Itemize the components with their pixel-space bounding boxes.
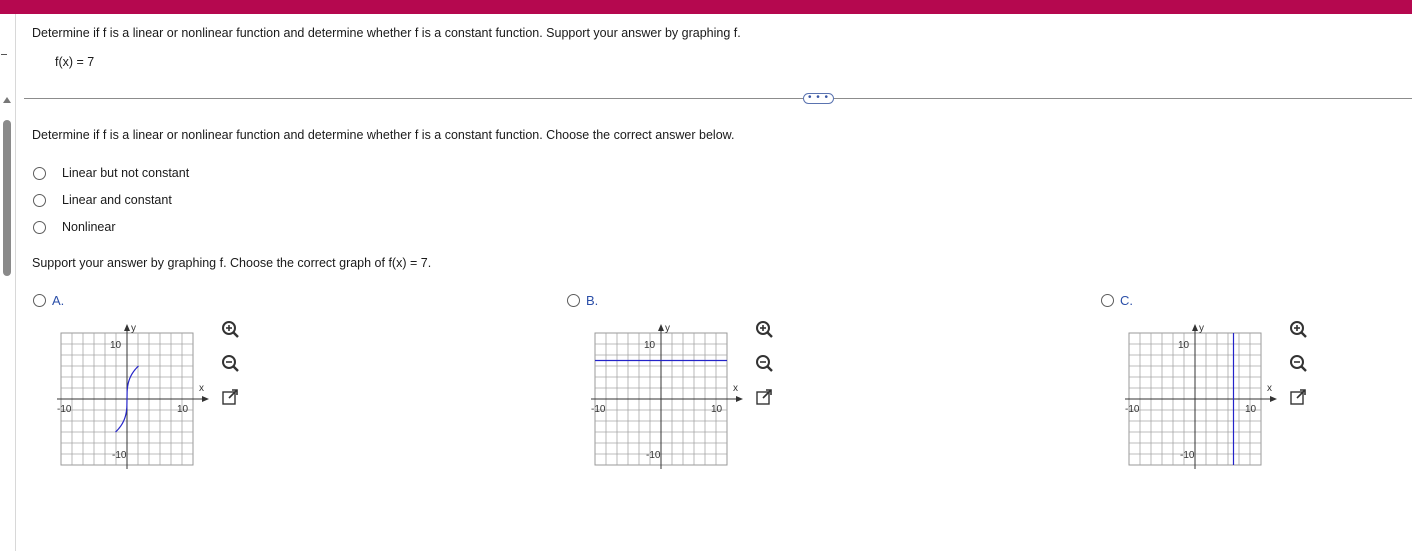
zoom-in-icon[interactable] xyxy=(753,318,775,340)
open-external-icon[interactable] xyxy=(219,386,241,408)
option-linear-not-constant[interactable]: Linear but not constant xyxy=(33,166,189,180)
rail-dash xyxy=(1,54,7,55)
graph-a-tools xyxy=(219,318,241,420)
scroll-up-arrow-icon[interactable] xyxy=(3,97,11,103)
y-tick-min: -10 xyxy=(1180,450,1195,461)
graph-c: x y -10 10 10 -10 xyxy=(1125,323,1277,469)
x-tick-max: 10 xyxy=(711,404,723,415)
open-external-icon[interactable] xyxy=(753,386,775,408)
graph-option-c[interactable]: C. xyxy=(1101,293,1133,308)
y-tick-max: 10 xyxy=(1178,340,1190,351)
x-axis-arrow xyxy=(202,396,209,402)
x-tick-min: -10 xyxy=(591,404,606,415)
part1-prompt: Determine if f is a linear or nonlinear … xyxy=(32,128,735,142)
x-axis-label: x xyxy=(1267,383,1272,394)
graph-c-tools xyxy=(1287,318,1309,420)
radio-button[interactable] xyxy=(33,166,46,180)
y-axis-label: y xyxy=(665,323,670,334)
option-label: Linear and constant xyxy=(62,193,172,207)
zoom-out-icon[interactable] xyxy=(753,352,775,374)
option-label: Linear but not constant xyxy=(62,166,190,180)
graph-option-label: A. xyxy=(52,293,65,308)
graph-option-a[interactable]: A. xyxy=(33,293,64,308)
x-tick-max: 10 xyxy=(177,404,189,415)
function-definition: f(x) = 7 xyxy=(55,55,95,69)
y-axis-label: y xyxy=(1199,323,1204,334)
question-prompt: Determine if f is a linear or nonlinear … xyxy=(32,26,741,40)
radio-button[interactable] xyxy=(33,294,46,307)
option-nonlinear[interactable]: Nonlinear xyxy=(33,220,116,234)
x-tick-min: -10 xyxy=(57,404,72,415)
zoom-in-icon[interactable] xyxy=(1287,318,1309,340)
radio-button[interactable] xyxy=(33,220,46,234)
top-bar xyxy=(0,0,1412,14)
zoom-out-icon[interactable] xyxy=(219,352,241,374)
graph-b-tools xyxy=(753,318,775,420)
zoom-in-icon[interactable] xyxy=(219,318,241,340)
y-tick-max: 10 xyxy=(644,340,656,351)
radio-button[interactable] xyxy=(1101,294,1114,307)
x-tick-max: 10 xyxy=(1245,404,1257,415)
option-label: Nonlinear xyxy=(62,220,116,234)
zoom-out-icon[interactable] xyxy=(1287,352,1309,374)
y-axis-arrow xyxy=(124,324,130,331)
radio-button[interactable] xyxy=(33,193,46,207)
radio-button[interactable] xyxy=(567,294,580,307)
part2-prompt: Support your answer by graphing f. Choos… xyxy=(32,256,432,270)
graph-b: x y -10 10 10 -10 xyxy=(591,323,743,469)
x-tick-min: -10 xyxy=(1125,404,1140,415)
x-axis-arrow xyxy=(1270,396,1277,402)
scrollbar-thumb[interactable] xyxy=(3,120,11,276)
divider xyxy=(24,98,1412,99)
graph-a: x y -10 10 10 -10 xyxy=(57,323,209,469)
more-button[interactable]: • • • xyxy=(803,93,834,104)
x-axis-label: x xyxy=(733,383,738,394)
y-tick-max: 10 xyxy=(110,340,122,351)
graph-option-label: C. xyxy=(1120,293,1133,308)
x-axis-arrow xyxy=(736,396,743,402)
y-tick-min: -10 xyxy=(112,450,127,461)
open-external-icon[interactable] xyxy=(1287,386,1309,408)
graph-option-label: B. xyxy=(586,293,599,308)
y-axis-arrow xyxy=(658,324,664,331)
left-rail xyxy=(0,14,16,551)
y-axis-arrow xyxy=(1192,324,1198,331)
x-axis-label: x xyxy=(199,383,204,394)
y-axis-label: y xyxy=(131,323,136,334)
graph-option-b[interactable]: B. xyxy=(567,293,598,308)
option-linear-constant[interactable]: Linear and constant xyxy=(33,193,172,207)
y-tick-min: -10 xyxy=(646,450,661,461)
